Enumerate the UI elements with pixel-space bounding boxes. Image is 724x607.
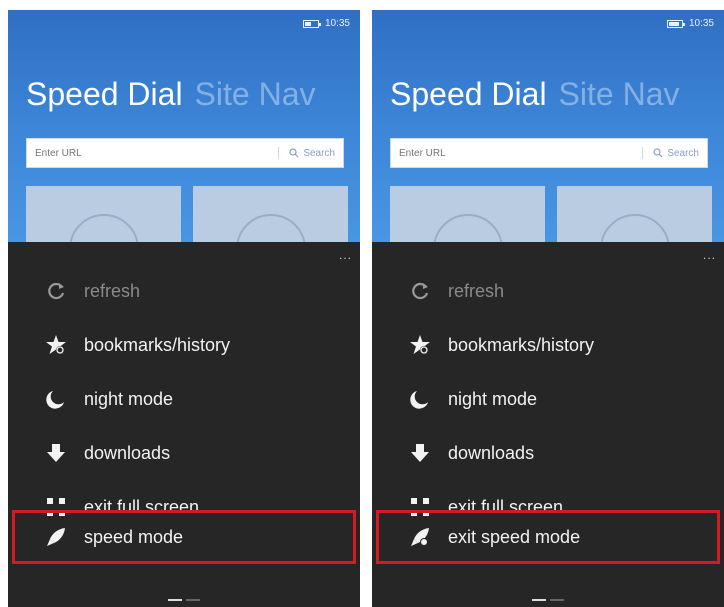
status-time: 10:35 [324,18,350,29]
phone-screen-right: 10:35 Speed Dial Site Nav Search ... refr… [372,10,724,607]
status-bar: 10:35 [666,18,714,29]
refresh-icon [406,280,434,302]
url-separator [278,147,280,159]
search-icon [653,148,663,158]
menu-item-refresh[interactable]: refresh [372,264,724,318]
search-button[interactable]: Search [642,147,707,159]
menu-item-downloads[interactable]: downloads [8,426,360,480]
menu-item-night-mode[interactable]: night mode [372,372,724,426]
url-input[interactable] [27,146,279,160]
app-bar-menu: ... refresh bookmarks/history night mode… [8,242,360,607]
moon-icon [42,388,70,410]
menu-item-bookmarks-history[interactable]: bookmarks/history [8,318,360,372]
download-arrow-icon [406,442,434,464]
tab-site-nav[interactable]: Site Nav [559,76,680,112]
pivot-header: Speed Dial Site Nav [26,76,315,113]
url-bar: Search [26,138,344,168]
url-bar: Search [390,138,708,168]
star-bookmark-icon [42,334,70,356]
tab-site-nav[interactable]: Site Nav [195,76,316,112]
app-bar-menu: ... refresh bookmarks/history night mode… [372,242,724,607]
menu-item-speed-mode[interactable]: speed mode [8,510,360,564]
menu-item-label: downloads [84,442,171,463]
star-bookmark-icon [406,334,434,356]
menu-item-label: night mode [448,388,538,409]
refresh-icon [42,280,70,302]
download-arrow-icon [42,442,70,464]
rocket-off-icon [406,526,434,548]
tab-speed-dial[interactable]: Speed Dial [390,76,547,112]
url-separator [642,147,644,159]
menu-item-label: exit speed mode [448,526,581,547]
menu-item-label: bookmarks/history [84,334,231,355]
menu-item-downloads[interactable]: downloads [372,426,724,480]
menu-item-refresh[interactable]: refresh [8,264,360,318]
menu-item-label: night mode [84,388,174,409]
menu-item-label: bookmarks/history [448,334,595,355]
page-indicator [532,599,564,601]
more-ellipsis-icon[interactable]: ... [703,248,716,262]
menu-item-label: downloads [448,442,535,463]
search-button[interactable]: Search [278,147,343,159]
menu-item-label: refresh [448,280,505,301]
battery-icon [666,19,685,28]
pivot-header: Speed Dial Site Nav [390,76,679,113]
status-bar: 10:35 [302,18,350,29]
menu-item-night-mode[interactable]: night mode [8,372,360,426]
url-input[interactable] [391,146,643,160]
menu-item-label: speed mode [84,526,184,547]
menu-item-bookmarks-history[interactable]: bookmarks/history [372,318,724,372]
menu-item-exit-speed-mode[interactable]: exit speed mode [372,510,724,564]
search-label: Search [667,147,699,159]
search-icon [289,148,299,158]
search-label: Search [303,147,335,159]
page-indicator [168,599,200,601]
rocket-icon [42,526,70,548]
moon-icon [406,388,434,410]
menu-item-label: refresh [84,280,141,301]
battery-icon [302,19,321,28]
status-time: 10:35 [688,18,714,29]
more-ellipsis-icon[interactable]: ... [339,248,352,262]
tab-speed-dial[interactable]: Speed Dial [26,76,183,112]
phone-screen-left: 10:35 Speed Dial Site Nav Search ... refr… [8,10,360,607]
